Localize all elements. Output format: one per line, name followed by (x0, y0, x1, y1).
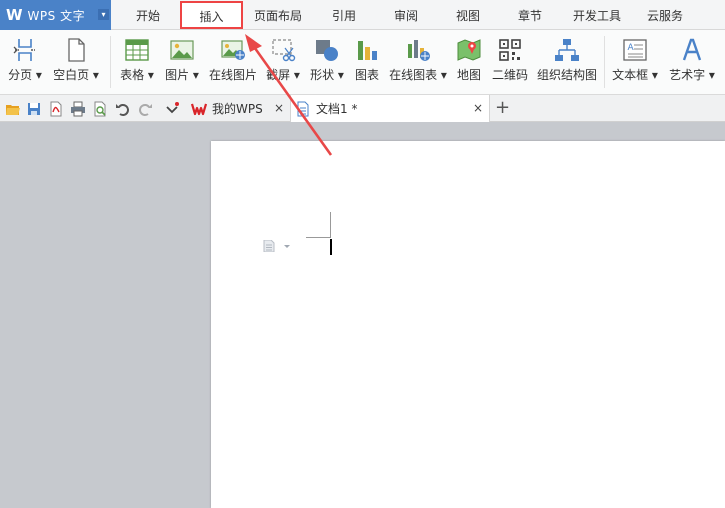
table-icon (125, 39, 149, 61)
chevron-down-icon[interactable]: ▾ (98, 9, 109, 20)
tab-sections[interactable]: 章节 (508, 0, 552, 30)
page-break-button[interactable]: 分页 ▾ (4, 30, 46, 94)
org-chart-icon (555, 39, 579, 61)
ribbon-separator (604, 36, 605, 88)
scissors-icon (272, 39, 296, 62)
online-picture-label: 在线图片 (208, 68, 257, 82)
table-label: 表格 ▾ (120, 68, 154, 82)
tab-view[interactable]: 视图 (446, 0, 490, 30)
map-label: 地图 (456, 68, 481, 82)
tab-references[interactable]: 引用 (322, 0, 366, 30)
wps-logo-icon (191, 103, 207, 115)
customize-toolbar-icon[interactable] (164, 101, 180, 117)
screenshot-label: 截屏 ▾ (266, 68, 300, 82)
online-picture-button[interactable]: 在线图片 (207, 30, 259, 94)
screenshot-button[interactable]: 截屏 ▾ (262, 30, 304, 94)
map-icon (457, 39, 481, 61)
quick-access-toolbar: 我的WPS × 文档1 * × + (0, 95, 725, 122)
bar-chart-icon (358, 41, 377, 60)
ribbon-insert: 分页 ▾ 空白页 ▾ 表格 ▾ 图片 ▾ 在线图片 截屏 ▾ 形状 ▾ 图表 在… (0, 30, 725, 95)
export-pdf-icon[interactable] (48, 101, 64, 117)
undo-icon[interactable] (115, 101, 131, 117)
textbox-button[interactable]: A 文本框 ▾ (610, 30, 660, 94)
print-icon[interactable] (70, 101, 86, 117)
doc-tab-my-wps[interactable]: 我的WPS × (186, 95, 290, 122)
qrcode-icon (499, 39, 521, 61)
tab-cloud[interactable]: 云服务 (640, 0, 690, 30)
chart-label: 图表 (354, 68, 379, 82)
picture-label: 图片 ▾ (165, 68, 199, 82)
chart-button[interactable]: 图表 (350, 30, 384, 94)
qrcode-label: 二维码 (491, 68, 528, 82)
margin-corner-mark (306, 237, 331, 238)
online-chart-label: 在线图表 ▾ (389, 68, 447, 82)
document-icon (297, 101, 309, 116)
shapes-label: 形状 ▾ (310, 68, 344, 82)
wordart-label: 艺术字 ▾ (669, 68, 715, 82)
shapes-button[interactable]: 形状 ▾ (307, 30, 347, 94)
blank-page-label: 空白页 ▾ (53, 68, 99, 82)
textbox-icon: A (623, 39, 647, 61)
wps-logo: W (6, 6, 23, 24)
doc-tab-document1[interactable]: 文档1 * × (290, 95, 490, 122)
shapes-icon (316, 40, 338, 61)
doc-tab-label: 文档1 * (316, 102, 358, 116)
svg-text:A: A (628, 43, 635, 53)
tab-start[interactable]: 开始 (120, 0, 176, 30)
print-preview-icon[interactable] (92, 101, 108, 117)
close-icon[interactable]: × (274, 101, 284, 115)
doc-tab-label: 我的WPS (212, 102, 263, 116)
textbox-label: 文本框 ▾ (612, 68, 658, 82)
page-break-label: 分页 ▾ (8, 68, 42, 82)
menu-bar: W WPS 文字 ▾ 开始 插入 页面布局 引用 审阅 视图 章节 开发工具 云… (0, 0, 725, 30)
close-icon[interactable]: × (473, 101, 483, 115)
app-name: WPS 文字 (27, 8, 86, 23)
blank-page-button[interactable]: 空白页 ▾ (50, 30, 102, 94)
document-page[interactable] (211, 141, 725, 508)
picture-icon (170, 40, 194, 60)
online-chart-icon (408, 40, 430, 61)
wordart-button[interactable]: 艺术字 ▾ (664, 30, 720, 94)
ribbon-separator (110, 36, 111, 88)
tab-insert[interactable]: 插入 (180, 1, 243, 29)
map-button[interactable]: 地图 (453, 30, 485, 94)
text-cursor (330, 239, 332, 255)
table-button[interactable]: 表格 ▾ (117, 30, 157, 94)
page-break-icon (13, 39, 35, 61)
online-chart-button[interactable]: 在线图表 ▾ (388, 30, 448, 94)
picture-button[interactable]: 图片 ▾ (162, 30, 202, 94)
qrcode-button[interactable]: 二维码 (489, 30, 531, 94)
open-folder-icon[interactable] (5, 101, 21, 117)
redo-icon[interactable] (137, 101, 153, 117)
org-chart-label: 组织结构图 (536, 68, 597, 82)
new-tab-button[interactable]: + (495, 97, 510, 118)
app-menu-button[interactable]: W WPS 文字 ▾ (0, 0, 111, 30)
margin-corner-mark (330, 212, 331, 237)
paragraph-layout-icon[interactable] (263, 240, 291, 252)
org-chart-button[interactable]: 组织结构图 (535, 30, 599, 94)
tab-page-layout[interactable]: 页面布局 (248, 0, 308, 30)
blank-page-icon (68, 38, 85, 62)
wordart-icon (682, 38, 702, 61)
tab-developer[interactable]: 开发工具 (566, 0, 628, 30)
tab-review[interactable]: 审阅 (384, 0, 428, 30)
online-picture-icon (221, 40, 245, 60)
save-icon[interactable] (26, 101, 42, 117)
